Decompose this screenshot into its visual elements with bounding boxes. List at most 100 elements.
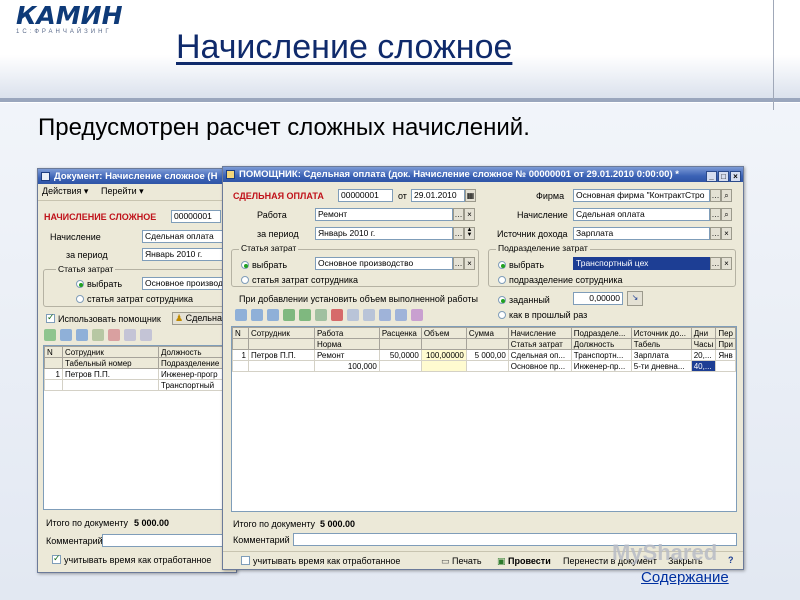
radio-choose-cost[interactable]: выбрать: [76, 279, 122, 289]
col-header-volume[interactable]: Объем: [420, 327, 467, 339]
row-cost[interactable]: Основное пр...: [507, 360, 572, 372]
row-income[interactable]: Зарплата: [630, 349, 692, 361]
document-window-titlebar[interactable]: Документ: Начисление сложное (Н: [38, 169, 236, 184]
col-header-sum[interactable]: Сумма: [465, 327, 509, 339]
firm-field[interactable]: Основная фирма "КонтрактСтро: [573, 189, 710, 202]
col-header-work[interactable]: Работа: [313, 327, 380, 339]
period-select-button[interactable]: …: [453, 227, 464, 240]
dept-field[interactable]: Транспортный цех: [573, 257, 710, 270]
work-select-button[interactable]: …: [453, 208, 464, 221]
close-icon[interactable]: ×: [730, 171, 741, 182]
col-header-employee[interactable]: Сотрудник: [62, 346, 159, 358]
table-row[interactable]: 100,000 Основное пр... Инженер-пр... 5-т…: [232, 360, 736, 372]
col-header-n[interactable]: N: [44, 346, 63, 358]
select-icon[interactable]: [411, 309, 423, 321]
col-header-days[interactable]: Дни: [690, 327, 717, 339]
income-source-field[interactable]: Зарплата: [573, 227, 710, 240]
col-header-accrual[interactable]: Начисление: [507, 327, 572, 339]
row-hours[interactable]: 40,...: [690, 360, 717, 372]
radio-employee-dept[interactable]: подразделение сотрудника: [498, 275, 623, 285]
firm-select-button[interactable]: …: [710, 189, 721, 202]
fill-icon[interactable]: [92, 329, 104, 341]
col-header-n[interactable]: N: [232, 327, 249, 339]
radio-last-volume[interactable]: как в прошлый раз: [498, 310, 587, 320]
income-select-button[interactable]: …: [710, 227, 721, 240]
row-timesheet[interactable]: 5-ти дневна...: [630, 360, 692, 372]
help-icon[interactable]: ?: [728, 555, 734, 565]
row-dept[interactable]: Транспортн...: [570, 349, 632, 361]
subcol-header-norm[interactable]: Норма: [313, 338, 380, 350]
edit-row-icon[interactable]: [76, 329, 88, 341]
radio-choose-dept[interactable]: выбрать: [498, 260, 544, 270]
worked-time-checkbox[interactable]: учитывать время как отработанное: [52, 553, 211, 565]
subcol-header-hours[interactable]: Часы: [690, 338, 717, 350]
cost-clear-button[interactable]: ×: [464, 257, 475, 270]
calendar-icon[interactable]: ▦: [465, 189, 476, 202]
subcol-header-tabnum[interactable]: Табельный номер: [62, 357, 159, 369]
add-row-icon[interactable]: [44, 329, 56, 341]
subcol-header-position[interactable]: Должность: [570, 338, 632, 350]
row-rate[interactable]: 50,0000: [378, 349, 422, 361]
row-accrual[interactable]: Сдельная оп...: [507, 349, 572, 361]
row-per1[interactable]: Янв: [715, 349, 736, 361]
row-days[interactable]: 20,...: [690, 349, 717, 361]
date-field[interactable]: 29.01.2010: [411, 189, 465, 202]
move-down-icon[interactable]: [363, 309, 375, 321]
row-per2[interactable]: [715, 360, 736, 372]
col-header-rate[interactable]: Расценка: [378, 327, 422, 339]
col-header-per[interactable]: Пер: [715, 327, 736, 339]
table-row[interactable]: Транспортный: [44, 379, 236, 391]
menu-go[interactable]: Перейти ▾: [101, 186, 144, 196]
row-sum[interactable]: 5 000,00: [465, 349, 509, 361]
comment-field[interactable]: [102, 534, 236, 547]
delete-row-icon[interactable]: [331, 309, 343, 321]
contents-link[interactable]: Содержание: [641, 569, 729, 586]
cost-field[interactable]: Основное производство: [315, 257, 453, 270]
delete-row-icon[interactable]: [108, 329, 120, 341]
radio-employee-cost[interactable]: статья затрат сотрудника: [76, 294, 193, 304]
apply-volume-icon[interactable]: ↘: [627, 291, 643, 306]
copy-row-icon[interactable]: [60, 329, 72, 341]
dept-clear-button[interactable]: ×: [721, 257, 732, 270]
accrual-search-icon[interactable]: ⌕: [721, 208, 732, 221]
col-header-dept[interactable]: Подразделе...: [570, 327, 632, 339]
row-position[interactable]: Инженер-пр...: [570, 360, 632, 372]
use-helper-checkbox[interactable]: Использовать помощник: [46, 312, 161, 324]
recalc-icon[interactable]: [315, 309, 327, 321]
maximize-icon[interactable]: □: [718, 171, 729, 182]
subcol-header-per2[interactable]: При: [715, 338, 736, 350]
move-up-icon[interactable]: [347, 309, 359, 321]
work-clear-button[interactable]: ×: [464, 208, 475, 221]
table-row[interactable]: 1 Петров П.П. Инженер-прогр: [44, 368, 236, 380]
accrual-field[interactable]: Сдельная оплата: [573, 208, 710, 221]
helper-number-field[interactable]: 00000001: [338, 189, 393, 202]
row-norm[interactable]: 100,000: [313, 360, 380, 372]
work-field[interactable]: Ремонт: [315, 208, 453, 221]
worked-time-checkbox[interactable]: учитывать время как отработанное: [241, 556, 400, 566]
period-spin-button[interactable]: ▲ ▼: [464, 227, 475, 240]
subcol-header-timesheet[interactable]: Табель: [630, 338, 692, 350]
post-button[interactable]: ▣ Провести: [497, 556, 551, 567]
col-header-employee[interactable]: Сотрудник: [247, 327, 315, 339]
row-volume[interactable]: 100,00000: [420, 349, 467, 361]
copy-row-icon[interactable]: [251, 309, 263, 321]
move-up-icon[interactable]: [124, 329, 136, 341]
sort-asc-icon[interactable]: [379, 309, 391, 321]
period-field[interactable]: Январь 2010 г.: [315, 227, 453, 240]
cost-select-button[interactable]: …: [453, 257, 464, 270]
col-header-income[interactable]: Источник до...: [630, 327, 692, 339]
row-work[interactable]: Ремонт: [313, 349, 380, 361]
minimize-icon[interactable]: _: [706, 171, 717, 182]
fill-all-icon[interactable]: [299, 309, 311, 321]
move-down-icon[interactable]: [140, 329, 152, 341]
income-clear-button[interactable]: ×: [721, 227, 732, 240]
dept-select-button[interactable]: …: [710, 257, 721, 270]
edit-row-icon[interactable]: [267, 309, 279, 321]
sort-desc-icon[interactable]: [395, 309, 407, 321]
radio-employee-cost[interactable]: статья затрат сотрудника: [241, 275, 358, 285]
print-button[interactable]: ▭ Печать: [441, 556, 482, 567]
fill-icon[interactable]: [283, 309, 295, 321]
accrual-select-button[interactable]: …: [710, 208, 721, 221]
helper-window-titlebar[interactable]: ПОМОЩНИК: Сдельная оплата (док. Начислен…: [223, 167, 743, 182]
table-row[interactable]: 1 Петров П.П. Ремонт 50,0000 100,00000 5…: [232, 349, 736, 361]
